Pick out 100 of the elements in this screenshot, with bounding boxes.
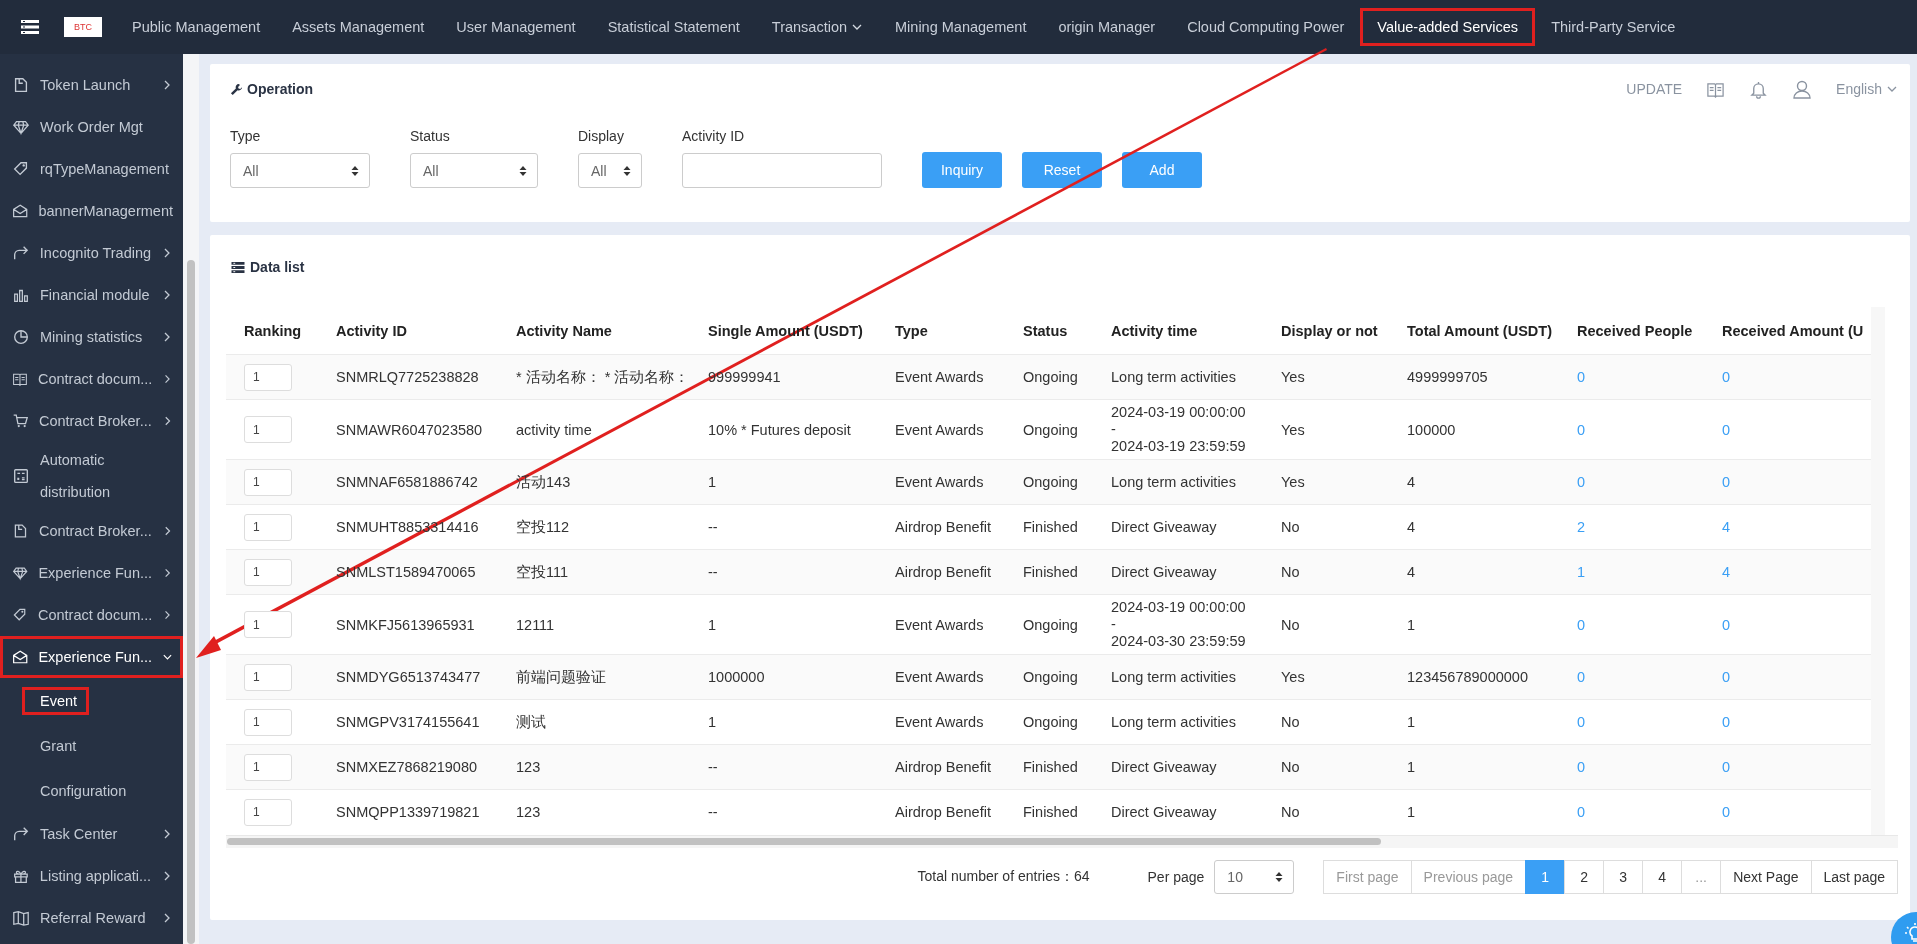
nav-tab[interactable]: Statistical Statement xyxy=(591,8,756,46)
table-cell: Long term activities xyxy=(1093,699,1263,745)
sort-arrows-icon xyxy=(1275,870,1284,883)
table-cell: 空投112 xyxy=(498,504,690,550)
ranking-field[interactable]: 1 xyxy=(244,611,292,638)
sidebar-item[interactable]: Experience Fun... xyxy=(0,636,183,678)
nav-tab[interactable]: Cloud Computing Power xyxy=(1171,8,1361,46)
table-cell: SNMXEZ7868219080 xyxy=(318,744,498,790)
table-cell: 测试 xyxy=(498,699,690,745)
table-cell: SNMAWR6047023580 xyxy=(318,399,498,460)
sidebar-item[interactable]: rqTypeManagement xyxy=(0,148,183,190)
activity-id-field[interactable] xyxy=(682,153,882,188)
menu-icon[interactable] xyxy=(20,19,40,35)
user-icon[interactable] xyxy=(1792,79,1813,99)
sidebar-item[interactable]: Task Center xyxy=(0,813,183,855)
sidebar-item[interactable]: Listing applicati... xyxy=(0,855,183,897)
ranking-field[interactable]: 1 xyxy=(244,663,292,691)
sidebar-item[interactable]: Contract docum... xyxy=(0,358,183,400)
table-cell: Ongoing xyxy=(1005,399,1093,460)
table-cell: Ongoing xyxy=(1005,654,1093,700)
sidebar-item[interactable]: Work Order Mgt xyxy=(0,106,183,148)
per-page-label: Per page xyxy=(1147,868,1205,885)
table-cell: Event Awards xyxy=(877,594,1005,655)
ranking-field[interactable]: 1 xyxy=(244,708,292,736)
column-header: Activity time xyxy=(1093,307,1263,355)
table-cell: Direct Giveaway xyxy=(1093,744,1263,790)
sidebar-item[interactable]: bannerManagerment xyxy=(0,190,183,232)
sidebar-item[interactable]: Financial module xyxy=(0,274,183,316)
sidebar-item[interactable]: Automatic distribution xyxy=(0,442,183,510)
submenu-item[interactable]: Event xyxy=(22,686,90,715)
nav-tab[interactable]: Assets Management xyxy=(276,8,441,46)
table-cell: Direct Giveaway xyxy=(1093,504,1263,550)
table-cell: SNMRLQ7725238828 xyxy=(318,354,498,400)
ranking-field[interactable]: 1 xyxy=(244,416,292,443)
share-arrow-icon xyxy=(12,244,30,262)
nav-tab[interactable]: Mining Management xyxy=(879,8,1043,46)
table-cell: 123 xyxy=(498,789,690,835)
page-button[interactable]: 2 xyxy=(1564,859,1605,894)
column-header: Total Amount (USDT) xyxy=(1389,307,1559,355)
column-header: Activity ID xyxy=(318,307,498,355)
nav-tab[interactable]: Public Management xyxy=(116,8,277,46)
page-button[interactable]: Next Page xyxy=(1720,859,1812,894)
chevron-right-icon xyxy=(162,609,173,621)
scrollbar-thumb[interactable] xyxy=(227,837,1381,845)
table-cell: No xyxy=(1263,699,1389,745)
ranking-field[interactable]: 1 xyxy=(244,513,292,541)
sidebar-item[interactable]: Contract Broker... xyxy=(0,510,183,552)
table-cell: Long term activities xyxy=(1093,354,1263,400)
sidebar-item[interactable]: Referral Reward xyxy=(0,897,183,939)
page-button[interactable]: Last page xyxy=(1810,859,1898,894)
table-cell: Event Awards xyxy=(877,459,1005,505)
table-cell: Long term activities xyxy=(1093,654,1263,700)
ranking-field[interactable]: 1 xyxy=(244,798,292,826)
ranking-field[interactable]: 1 xyxy=(244,363,292,391)
table-cell: Ongoing xyxy=(1005,459,1093,505)
table-cell: 1 xyxy=(1389,789,1559,835)
table-cell: SNMDYG6513743477 xyxy=(318,654,498,700)
calculator-icon xyxy=(12,467,30,485)
wrench-icon xyxy=(230,82,243,96)
nav-tab[interactable]: User Management xyxy=(440,8,592,46)
filter-select[interactable]: All xyxy=(230,153,370,188)
ranking-field[interactable]: 1 xyxy=(244,468,292,496)
table-cell: Ongoing xyxy=(1005,699,1093,745)
ranking-field[interactable]: 1 xyxy=(244,558,292,586)
table-cell: -- xyxy=(690,504,877,550)
filter-select[interactable]: All xyxy=(578,153,642,188)
sort-arrows-icon xyxy=(519,164,527,177)
table-cell: Airdrop Benefit xyxy=(877,504,1005,550)
nav-tab[interactable]: Third-Party Service xyxy=(1535,8,1692,46)
sidebar-item[interactable]: Contract docum... xyxy=(0,594,183,636)
scrollbar-thumb[interactable] xyxy=(187,260,195,944)
table-cell: No xyxy=(1263,504,1389,550)
page-button[interactable]: 4 xyxy=(1642,859,1683,894)
filter-select[interactable]: All xyxy=(410,153,538,188)
nav-tab[interactable]: Transaction xyxy=(755,8,880,46)
submenu-item[interactable]: Configuration xyxy=(22,776,139,805)
table-cell: Finished xyxy=(1005,789,1093,835)
table-cell: -- xyxy=(690,744,877,790)
nav-tab[interactable]: Value-added Services xyxy=(1360,8,1536,46)
sidebar-item[interactable]: Contract Broker... xyxy=(0,400,183,442)
sidebar-item[interactable]: Token Launch xyxy=(0,64,183,106)
sidebar-item[interactable]: Experience Fun... xyxy=(0,552,183,594)
table-cell: Event Awards xyxy=(877,399,1005,460)
sidebar-item[interactable]: Incognito Trading xyxy=(0,232,183,274)
table-cell: Direct Giveaway xyxy=(1093,789,1263,835)
per-page-select[interactable]: 10 xyxy=(1214,859,1295,894)
list-icon xyxy=(230,260,246,274)
diamond-icon xyxy=(12,118,30,136)
section-title: Operation xyxy=(247,81,314,97)
cart-icon xyxy=(12,412,29,430)
table-cell: 100000 xyxy=(1389,399,1559,460)
table-cell: No xyxy=(1263,594,1389,655)
table-cell: Direct Giveaway xyxy=(1093,549,1263,595)
sidebar-item[interactable]: Mining statistics xyxy=(0,316,183,358)
bell-icon[interactable] xyxy=(1749,79,1769,99)
nav-tab[interactable]: origin Manager xyxy=(1042,8,1172,46)
table-cell: 1000000 xyxy=(690,654,877,700)
page-button[interactable]: 3 xyxy=(1603,859,1644,894)
submenu-item[interactable]: Grant xyxy=(22,731,89,760)
ranking-field[interactable]: 1 xyxy=(244,753,292,781)
